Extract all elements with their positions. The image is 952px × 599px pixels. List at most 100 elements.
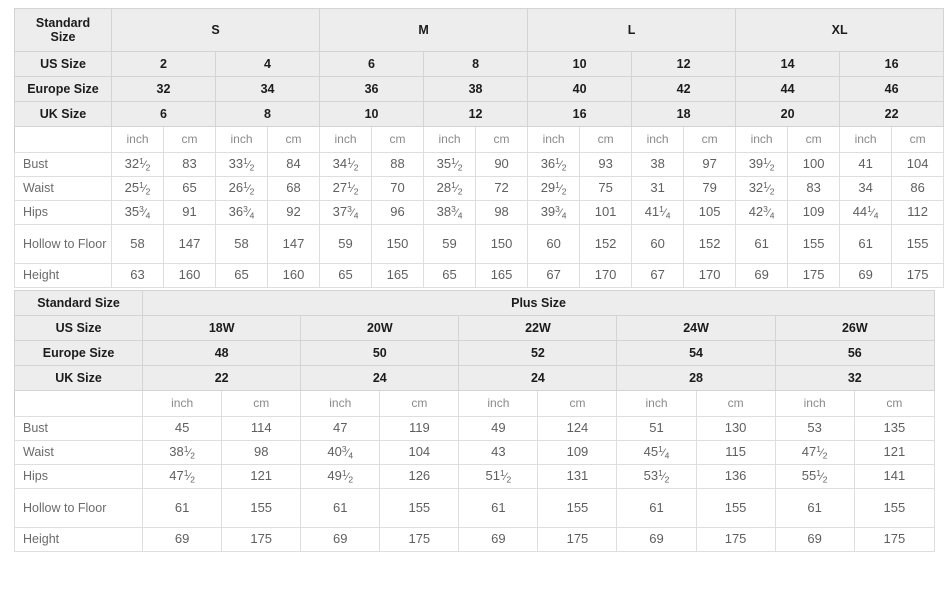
measurement-row: Bust 45 114 47 119 49 124 51 130 53 135: [13, 416, 936, 441]
uk-size-value: 10: [319, 101, 425, 127]
measurement-inch-value: 65: [319, 263, 373, 288]
measurement-inch-value: 59: [423, 224, 477, 264]
measurement-cm-value: 96: [371, 200, 425, 225]
measurement-cm-value: 152: [683, 224, 737, 264]
europe-size-value: 50: [300, 340, 460, 366]
measurement-cm-value: 131: [537, 464, 618, 489]
uk-size-value: 22: [142, 365, 302, 391]
europe-size-value: 46: [839, 76, 945, 102]
us-size-row: US Size 2 4 6 8 10 12 14 16: [14, 51, 945, 77]
us-size-value: 16: [839, 51, 945, 77]
measurement-cm-value: 175: [787, 263, 841, 288]
measurement-inch-value: 471⁄2: [774, 440, 855, 465]
measurement-cm-value: 155: [787, 224, 841, 264]
measurement-cm-value: 79: [683, 176, 737, 201]
measurement-cm-value: 98: [221, 440, 302, 465]
measurement-cm-value: 136: [695, 464, 776, 489]
unit-inch: inch: [735, 126, 789, 153]
measurement-inch-value: 451⁄4: [616, 440, 697, 465]
measurement-inch-value: 271⁄2: [319, 176, 373, 201]
measurement-cm-value: 150: [475, 224, 529, 264]
measurement-inch-value: 361⁄2: [527, 152, 581, 177]
measurement-cm-value: 175: [379, 527, 460, 552]
measurement-label: Hollow to Floor: [13, 488, 144, 528]
us-size-value: 18W: [142, 315, 302, 341]
unit-cm: cm: [579, 126, 633, 153]
measurement-inch-value: 511⁄2: [458, 464, 539, 489]
unit-inch: inch: [300, 390, 381, 417]
measurement-label: Hips: [13, 464, 144, 489]
measurement-row: Hips 471⁄2 121 491⁄2 126 511⁄2 131 531⁄2 136 551⁄…: [13, 464, 936, 489]
measurement-label: Bust: [14, 152, 112, 177]
measurement-inch-value: 411⁄4: [631, 200, 685, 225]
measurement-row: Waist 381⁄2 98 403⁄4 104 43 109 451⁄4 115 471⁄2 12…: [13, 440, 936, 465]
measurement-cm-value: 121: [221, 464, 302, 489]
measurement-cm-value: 68: [266, 176, 321, 201]
measurement-inch-value: 31: [631, 176, 685, 201]
measurement-cm-value: 141: [853, 464, 936, 489]
europe-size-value: 32: [111, 76, 216, 102]
unit-inch: inch: [142, 390, 223, 417]
measurement-inch-value: 69: [616, 527, 697, 552]
unit-cm: cm: [371, 126, 425, 153]
row-label-europe-size: Europe Size: [14, 76, 112, 102]
measurement-cm-value: 150: [371, 224, 425, 264]
size-group-m: M: [319, 8, 529, 52]
unit-inch: inch: [839, 126, 893, 153]
measurement-inch-value: 351⁄2: [423, 152, 477, 177]
europe-size-value: 56: [774, 340, 936, 366]
uk-size-value: 8: [214, 101, 321, 127]
europe-size-value: 52: [458, 340, 618, 366]
measurement-cm-value: 70: [371, 176, 425, 201]
europe-size-value: 42: [631, 76, 737, 102]
measurement-cm-value: 155: [537, 488, 618, 528]
size-chart: Standard Size S M L XL US Size 2 4 6 8 10 12 14 16 Euro…: [13, 8, 945, 552]
measurement-cm-value: 165: [371, 263, 425, 288]
measurement-row: Waist 251⁄2 65 261⁄2 68 271⁄2 70 281⁄2 72 291⁄2 75…: [14, 176, 945, 201]
measurement-cm-value: 83: [163, 152, 216, 177]
measurement-inch-value: 49: [458, 416, 539, 441]
measurement-inch-value: 393⁄4: [527, 200, 581, 225]
uk-size-value: 12: [423, 101, 529, 127]
measurement-row: Bust 321⁄2 83 331⁄2 84 341⁄2 88 351⁄2 90 361⁄2 93 3…: [14, 152, 945, 177]
measurement-inch-value: 69: [300, 527, 381, 552]
unit-cm: cm: [537, 390, 618, 417]
measurement-inch-value: 61: [300, 488, 381, 528]
europe-size-value: 44: [735, 76, 841, 102]
us-size-value: 20W: [300, 315, 460, 341]
measurement-inch-value: 61: [142, 488, 223, 528]
measurement-inch-value: 38: [631, 152, 685, 177]
standard-size-table: Standard Size S M L XL US Size 2 4 6 8 10 12 14 16 Euro…: [14, 8, 945, 288]
size-group-l: L: [527, 8, 737, 52]
measurement-inch-value: 47: [300, 416, 381, 441]
us-size-row: US Size 18W 20W 22W 24W 26W: [13, 315, 936, 341]
measurement-cm-value: 160: [266, 263, 321, 288]
unit-cm: cm: [379, 390, 460, 417]
measurement-inch-value: 53: [774, 416, 855, 441]
unit-row-spacer: [13, 390, 144, 417]
europe-size-row: Europe Size 48 50 52 54 56: [13, 340, 936, 366]
measurement-cm-value: 155: [891, 224, 945, 264]
measurement-inch-value: 261⁄2: [215, 176, 268, 201]
plus-size-table: Standard Size Plus Size US Size 18W 20W 22W 24…: [13, 290, 936, 552]
measurement-cm-value: 105: [683, 200, 737, 225]
measurement-cm-value: 65: [163, 176, 216, 201]
measurement-row: Hollow to Floor 58 147 58 147 59 150 59 150 60 152…: [14, 224, 945, 264]
measurement-label: Hollow to Floor: [14, 224, 112, 264]
europe-size-value: 40: [527, 76, 633, 102]
unit-inch: inch: [458, 390, 539, 417]
us-size-value: 10: [527, 51, 633, 77]
measurement-cm-value: 130: [695, 416, 776, 441]
measurement-inch-value: 60: [631, 224, 685, 264]
row-label-standard-size: Standard Size: [14, 8, 112, 52]
measurement-inch-value: 59: [319, 224, 373, 264]
measurement-cm-value: 92: [266, 200, 321, 225]
uk-size-value: 20: [735, 101, 841, 127]
unit-inch: inch: [111, 126, 164, 153]
measurement-row: Hips 353⁄4 91 363⁄4 92 373⁄4 96 383⁄4 98 393⁄4 101…: [14, 200, 945, 225]
measurement-inch-value: 51: [616, 416, 697, 441]
measurement-inch-value: 471⁄2: [142, 464, 223, 489]
europe-size-value: 48: [142, 340, 302, 366]
measurement-inch-value: 373⁄4: [319, 200, 373, 225]
row-label-us-size: US Size: [13, 315, 144, 341]
